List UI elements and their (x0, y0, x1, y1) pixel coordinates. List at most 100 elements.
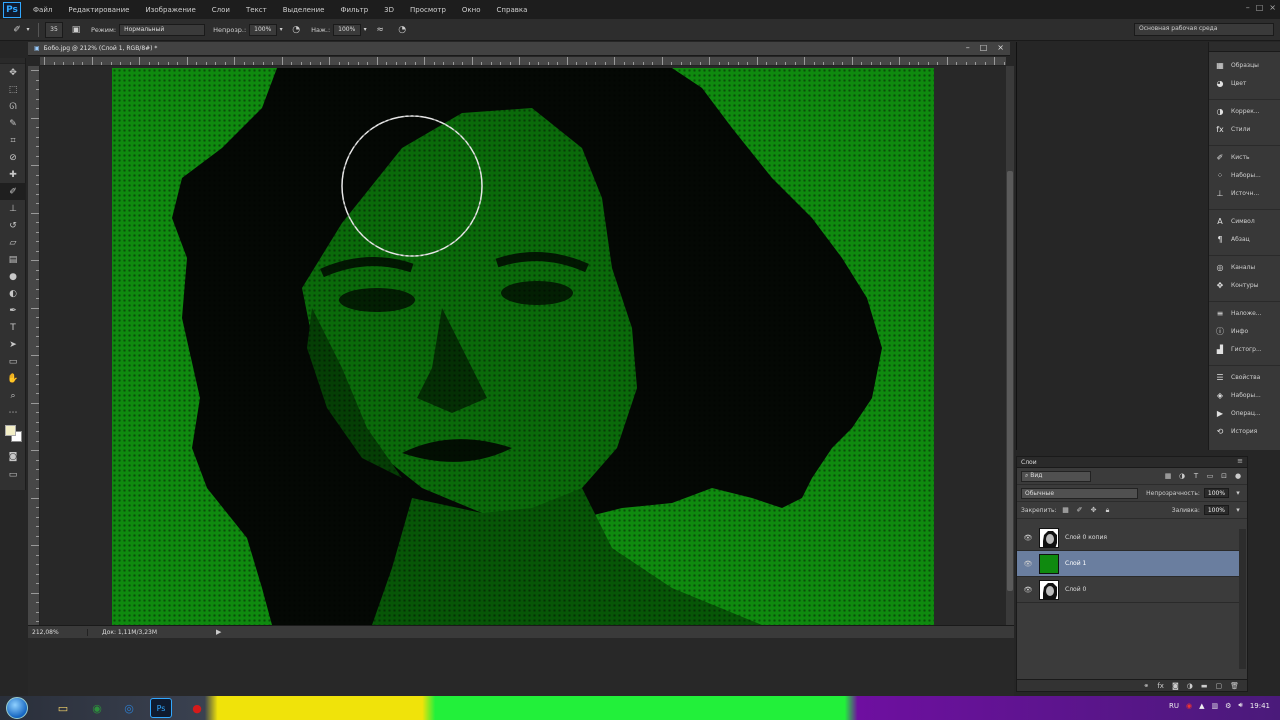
minimize-window-button[interactable]: – (1246, 3, 1250, 12)
tray-volume-icon[interactable]: 🔊︎ (1238, 701, 1242, 710)
layers-scrollbar[interactable] (1239, 529, 1246, 669)
clock[interactable]: 19:41 (1250, 702, 1270, 710)
menu-item-4[interactable]: Текст (238, 6, 275, 14)
maximize-document-button[interactable]: □ (980, 43, 988, 52)
chrome-icon[interactable]: ◎ (118, 698, 140, 718)
opacity-field[interactable]: 100% (249, 23, 278, 36)
foreground-color-swatch[interactable] (5, 425, 16, 436)
layer-blend-mode-select[interactable]: Обычные (1021, 487, 1139, 499)
layer-visibility-icon[interactable]: 👁︎ (1023, 560, 1033, 568)
dodge-tool-icon[interactable]: ◐ (0, 285, 26, 302)
canvas-vertical-scrollbar[interactable] (1006, 66, 1014, 625)
brush-preset-icon[interactable]: ✐ (10, 23, 24, 37)
menu-item-5[interactable]: Выделение (275, 6, 333, 14)
hand-tool-icon[interactable]: ✋ (0, 370, 26, 387)
filter-toggle-icon[interactable]: ● (1233, 471, 1243, 481)
menu-item-1[interactable]: Редактирование (60, 6, 137, 14)
blend-mode-select[interactable]: Нормальный (119, 23, 206, 36)
vertical-ruler[interactable] (28, 66, 40, 625)
quick-mask-icon[interactable]: ◙ (0, 448, 26, 465)
fill-field[interactable]: 100% (1203, 505, 1229, 515)
pressure-opacity-icon[interactable]: ◔ (289, 23, 303, 37)
tray-app-icon[interactable]: ▲ (1199, 702, 1204, 710)
marquee-tool-icon[interactable]: ⬚ (0, 81, 26, 98)
panel-strip-item[interactable]: ¶ Абзац (1209, 230, 1280, 248)
chevron-down-icon[interactable]: ▾ (1233, 505, 1243, 515)
lock-all-icon[interactable]: 🔒︎ (1103, 505, 1113, 515)
layer-opacity-field[interactable]: 100% (1203, 488, 1230, 498)
zoom-tool-icon[interactable]: ⌕ (0, 387, 26, 404)
blur-tool-icon[interactable]: ● (0, 268, 26, 285)
brush-panel-toggle-icon[interactable]: ▣ (69, 23, 83, 37)
filter-adjustment-icon[interactable]: ◑ (1177, 471, 1187, 481)
brush-size-picker[interactable]: 35 (45, 21, 63, 38)
panel-strip-item[interactable]: ◕ Цвет (1209, 74, 1280, 92)
panel-strip-item[interactable]: ⊥ Источн... (1209, 184, 1280, 202)
menu-item-2[interactable]: Изображение (137, 6, 203, 14)
panel-strip-item[interactable]: ▶ Операц... (1209, 404, 1280, 422)
flow-field[interactable]: 100% (333, 23, 362, 36)
chevron-down-icon[interactable]: ▾ (1233, 488, 1243, 498)
recorder-icon[interactable]: ● (186, 698, 208, 718)
panel-strip-item[interactable]: ▟ Гистогр... (1209, 340, 1280, 358)
move-tool-icon[interactable]: ✥ (0, 64, 26, 81)
crop-tool-icon[interactable]: ⌗ (0, 132, 26, 149)
layer-kind-filter[interactable]: ⌕ Вид (1021, 470, 1091, 482)
menu-item-6[interactable]: Фильтр (332, 6, 376, 14)
panel-strip-item[interactable]: A Символ (1209, 212, 1280, 230)
quick-select-tool-icon[interactable]: ✎ (0, 115, 26, 132)
start-button[interactable] (6, 697, 28, 719)
layer-visibility-icon[interactable]: 👁︎ (1023, 534, 1033, 542)
canvas-area[interactable] (40, 66, 1006, 625)
document-tab[interactable]: ▣ Бобо.jpg @ 212% (Слой 1, RGB/8#) * – □… (28, 42, 1010, 56)
link-layers-icon[interactable]: ⚭ (1143, 682, 1149, 690)
eyedropper-tool-icon[interactable]: ⊘ (0, 149, 26, 166)
horizontal-ruler[interactable] (40, 57, 1006, 66)
pen-tool-icon[interactable]: ✒ (0, 302, 26, 319)
new-layer-icon[interactable]: ▢ (1215, 682, 1222, 690)
maximize-window-button[interactable]: □ (1256, 3, 1264, 12)
menu-item-10[interactable]: Справка (489, 6, 536, 14)
tray-antivirus-icon[interactable]: ◉ (1186, 702, 1192, 710)
status-menu-arrow-icon[interactable]: ▶ (216, 628, 221, 636)
close-document-button[interactable]: × (997, 43, 1004, 52)
panel-strip-item[interactable]: ◑ Коррек... (1209, 102, 1280, 120)
filter-shape-icon[interactable]: ▭ (1205, 471, 1215, 481)
pressure-size-icon[interactable]: ◔ (395, 23, 409, 37)
menu-item-0[interactable]: Файл (25, 6, 60, 14)
adjustment-layer-icon[interactable]: ◑ (1187, 682, 1193, 690)
minimize-document-button[interactable]: – (966, 43, 970, 52)
panel-strip-item[interactable]: ◈ Наборы... (1209, 386, 1280, 404)
photoshop-taskbar-icon[interactable]: Ps (150, 698, 172, 718)
eraser-tool-icon[interactable]: ▱ (0, 234, 26, 251)
panel-menu-icon[interactable]: ≡ (1237, 457, 1243, 465)
layer-row[interactable]: 👁︎ Слой 1 (1017, 551, 1239, 577)
menu-item-7[interactable]: 3D (376, 6, 402, 14)
screen-mode-icon[interactable]: ▭ (0, 466, 26, 483)
clone-stamp-tool-icon[interactable]: ⊥ (0, 200, 26, 217)
lock-transparency-icon[interactable]: ▦ (1061, 505, 1071, 515)
panel-strip-item[interactable]: ▦ Образцы (1209, 56, 1280, 74)
lasso-tool-icon[interactable]: ᘏ (0, 98, 26, 115)
panel-strip-item[interactable]: ☰ Свойства (1209, 368, 1280, 386)
language-indicator[interactable]: RU (1169, 702, 1179, 710)
layer-name[interactable]: Слой 0 копия (1065, 534, 1107, 541)
layers-panel-header[interactable]: Слои ≡ (1017, 457, 1247, 468)
filter-smart-object-icon[interactable]: ⊡ (1219, 471, 1229, 481)
panel-strip-header[interactable] (1209, 42, 1280, 52)
menu-item-8[interactable]: Просмотр (402, 6, 454, 14)
chevron-down-icon[interactable]: ▾ (277, 23, 285, 37)
panel-strip-item[interactable]: ⟲ История (1209, 422, 1280, 440)
type-tool-icon[interactable]: T (0, 319, 26, 336)
filter-pixel-icon[interactable]: ▦ (1163, 471, 1173, 481)
airbrush-icon[interactable]: ≈ (373, 23, 387, 37)
zoom-level[interactable]: 212,08% (28, 628, 88, 636)
layer-style-icon[interactable]: fx (1157, 682, 1164, 690)
chevron-down-icon[interactable]: ▾ (361, 23, 369, 37)
lock-pixels-icon[interactable]: ✐ (1075, 505, 1085, 515)
layer-name[interactable]: Слой 1 (1065, 560, 1086, 567)
browser-icon[interactable]: ◉ (86, 698, 108, 718)
panel-strip-item[interactable]: ◎ Каналы (1209, 258, 1280, 276)
filter-type-icon[interactable]: T (1191, 471, 1201, 481)
panel-strip-item[interactable]: ⁘ Наборы... (1209, 166, 1280, 184)
